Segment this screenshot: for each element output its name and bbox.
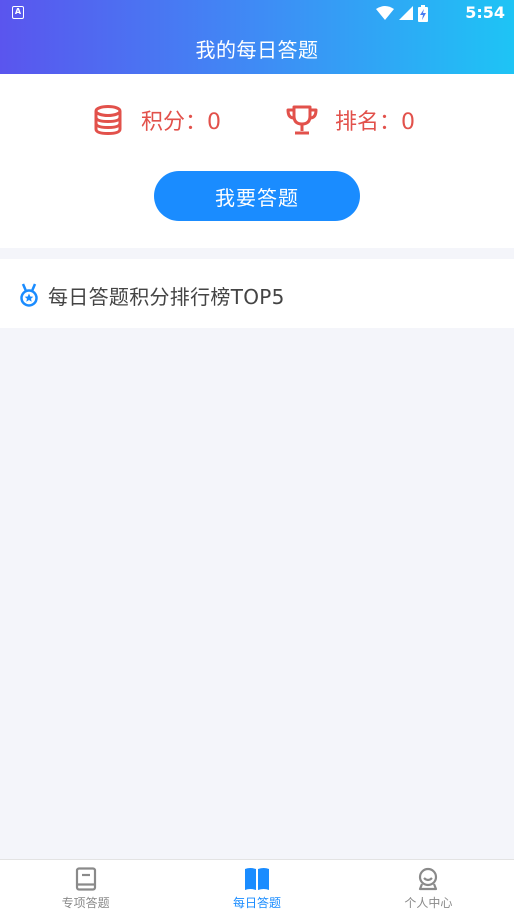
- bottom-nav: 专项答题 每日答题 个人中心: [0, 859, 514, 914]
- signal-icon: [399, 6, 413, 20]
- status-time: 5:54: [465, 3, 505, 22]
- start-answer-button[interactable]: 我要答题: [154, 171, 360, 221]
- nav-item-label: 专项答题: [61, 896, 110, 910]
- nav-item-daily-quiz[interactable]: 每日答题: [171, 860, 342, 914]
- trophy-icon: [285, 103, 319, 137]
- leaderboard-title: 每日答题积分排行榜TOP5: [48, 285, 285, 309]
- stats-card: 积分：0 排名：0 我要答题: [0, 74, 514, 248]
- database-icon: [91, 103, 125, 137]
- rank-stat: 排名：0: [285, 102, 415, 138]
- app-header: A 5:54 我的每日答题: [0, 0, 514, 74]
- nav-item-label: 个人中心: [404, 896, 453, 910]
- score-stat: 积分：0: [91, 102, 221, 138]
- nav-item-special-quiz[interactable]: 专项答题: [0, 860, 171, 914]
- page-title: 我的每日答题: [195, 38, 319, 62]
- medal-icon: [20, 283, 38, 307]
- nav-item-label: 每日答题: [232, 896, 281, 910]
- user-icon: [415, 866, 441, 892]
- nav-item-profile[interactable]: 个人中心: [343, 860, 514, 914]
- status-icons: [376, 4, 428, 22]
- notification-icon: A: [12, 6, 24, 19]
- score-label: 积分：0: [141, 110, 221, 135]
- book-icon: [73, 866, 99, 892]
- rank-label: 排名：0: [335, 110, 415, 135]
- status-bar: A 5:54: [0, 0, 514, 26]
- open-book-icon: [244, 866, 270, 892]
- leaderboard-header: 每日答题积分排行榜TOP5: [0, 259, 514, 328]
- battery-charging-icon: [418, 4, 428, 22]
- wifi-icon: [376, 6, 394, 20]
